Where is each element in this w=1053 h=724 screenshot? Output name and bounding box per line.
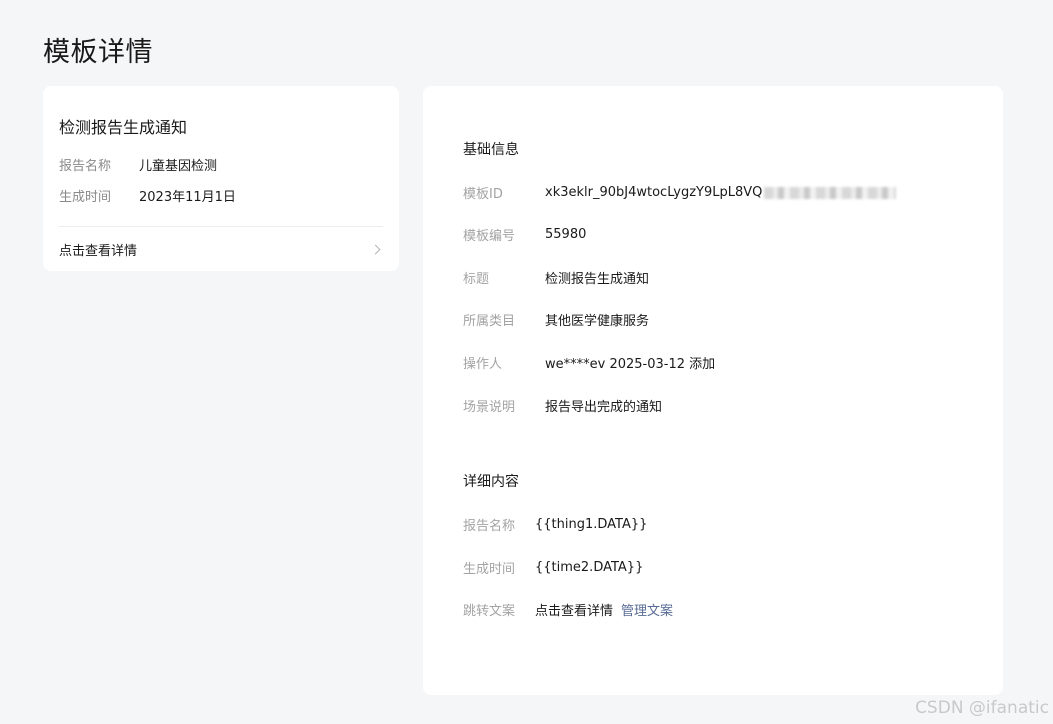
template-no-label: 模板编号 — [463, 229, 516, 244]
redacted-blur — [764, 186, 897, 199]
preview-row-generate-time: 生成时间 2023年11月1日 — [59, 186, 236, 205]
template-id-label: 模板ID — [463, 187, 503, 202]
detail-row-label: 生成时间 — [463, 562, 516, 577]
detail-row-value: {{thing1.DATA}} — [535, 517, 648, 532]
template-detail-page: 模板详情 检测报告生成通知 报告名称 儿童基因检测 生成时间 2023年11月1日 … — [0, 0, 1053, 724]
subject-row: 标题 检测报告生成通知 — [463, 268, 649, 287]
subject-value: 检测报告生成通知 — [545, 272, 650, 287]
preview-row-label: 报告名称 — [59, 159, 112, 174]
view-details-link[interactable]: 点击查看详情 — [59, 236, 383, 262]
preview-row-label: 生成时间 — [59, 190, 112, 205]
detail-row-label: 报告名称 — [463, 519, 516, 534]
operator-label: 操作人 — [463, 357, 503, 372]
preview-title: 检测报告生成通知 — [59, 118, 188, 137]
manage-copy-link[interactable]: 管理文案 — [621, 600, 673, 619]
preview-row-report-name: 报告名称 儿童基因检测 — [59, 155, 217, 174]
message-preview-card: 检测报告生成通知 报告名称 儿童基因检测 生成时间 2023年11月1日 点击查看详… — [43, 86, 399, 271]
scene-value: 报告导出完成的通知 — [545, 400, 663, 415]
watermark: CSDN @ifanatic — [915, 698, 1049, 718]
jump-copy-row: 跳转文案 点击查看详情 管理文案 — [463, 600, 673, 619]
operator-row: 操作人 we****ev 2025-03-12 添加 — [463, 353, 715, 372]
scene-row: 场景说明 报告导出完成的通知 — [463, 396, 662, 415]
jump-copy-value: 点击查看详情 — [535, 604, 614, 619]
detail-row-report-name: 报告名称 {{thing1.DATA}} — [463, 515, 647, 534]
detail-content-title: 详细内容 — [463, 474, 519, 490]
scene-label: 场景说明 — [463, 400, 516, 415]
template-id-row: 模板ID xk3eklr_90bJ4wtocLygzY9LpL8VQ — [463, 183, 897, 202]
page-title: 模板详情 — [43, 37, 153, 68]
category-label: 所属类目 — [463, 314, 516, 329]
template-no-row: 模板编号 55980 — [463, 225, 586, 244]
preview-row-value: 2023年11月1日 — [139, 190, 236, 205]
category-value: 其他医学健康服务 — [545, 314, 650, 329]
operator-value: we****ev 2025-03-12 添加 — [545, 357, 716, 372]
chevron-right-icon — [370, 244, 381, 254]
preview-row-value: 儿童基因检测 — [139, 159, 218, 174]
template-no-value: 55980 — [545, 227, 587, 242]
category-row: 所属类目 其他医学健康服务 — [463, 310, 649, 329]
template-detail-card: 基础信息 模板ID xk3eklr_90bJ4wtocLygzY9LpL8VQ … — [423, 86, 1003, 695]
preview-divider — [59, 226, 383, 227]
basic-info-title: 基础信息 — [463, 142, 519, 158]
subject-label: 标题 — [463, 272, 490, 287]
jump-copy-label: 跳转文案 — [463, 604, 516, 619]
view-details-label: 点击查看详情 — [59, 243, 138, 259]
detail-row-generate-time: 生成时间 {{time2.DATA}} — [463, 558, 643, 577]
detail-row-value: {{time2.DATA}} — [535, 560, 644, 575]
template-id-value: xk3eklr_90bJ4wtocLygzY9LpL8VQ — [545, 185, 763, 200]
